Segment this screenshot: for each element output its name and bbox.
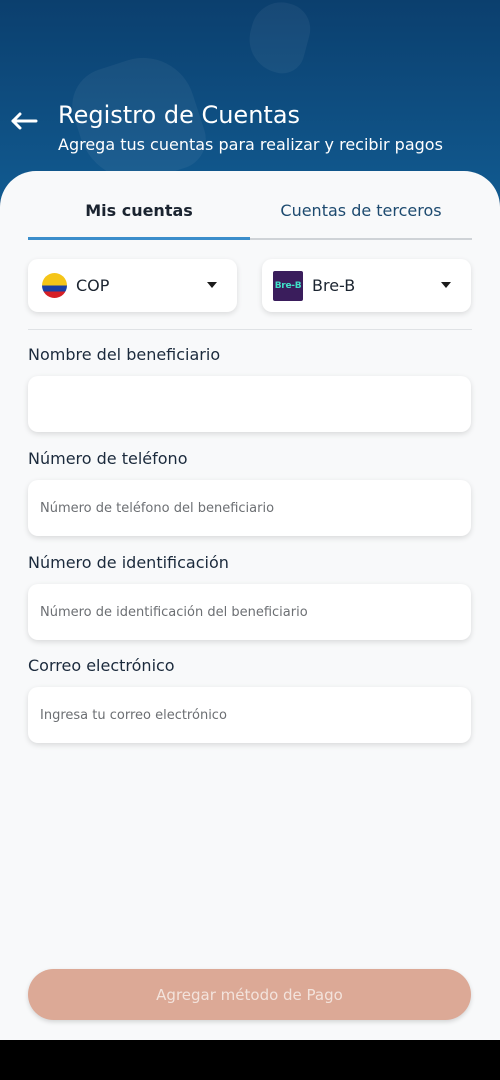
identification-label: Número de identificación [28,553,229,572]
colombia-flag-icon [42,273,67,298]
app-header: Registro de Cuentas Agrega tus cuentas p… [0,0,500,200]
arrow-left-icon[interactable] [10,111,38,131]
currency-dropdown[interactable]: COP [28,259,237,312]
payment-method-dropdown[interactable]: Bre-B Bre-B [262,259,471,312]
email-label: Correo electrónico [28,656,175,675]
phone-label: Número de teléfono [28,449,188,468]
page-subtitle: Agrega tus cuentas para realizar y recib… [58,135,443,154]
beneficiary-name-label: Nombre del beneficiario [28,345,221,364]
account-tabs: Mis cuentas Cuentas de terceros [28,182,472,240]
beneficiary-name-input[interactable] [28,376,471,432]
decorative-shape [241,0,317,79]
bre-b-logo: Bre-B [273,270,303,301]
caret-down-icon [441,282,451,288]
payment-method-value: Bre-B [312,276,356,295]
email-input[interactable] [28,687,471,743]
add-payment-method-button[interactable]: Agregar método de Pago [28,969,471,1020]
tab-mis-cuentas[interactable]: Mis cuentas [28,182,250,240]
page-title: Registro de Cuentas [58,101,301,129]
system-navigation-bar [0,1040,500,1080]
caret-down-icon [207,282,217,288]
section-divider [28,329,472,330]
tab-cuentas-de-terceros[interactable]: Cuentas de terceros [250,182,472,238]
phone-input[interactable] [28,480,471,536]
currency-value: COP [76,276,110,295]
identification-input[interactable] [28,584,471,640]
